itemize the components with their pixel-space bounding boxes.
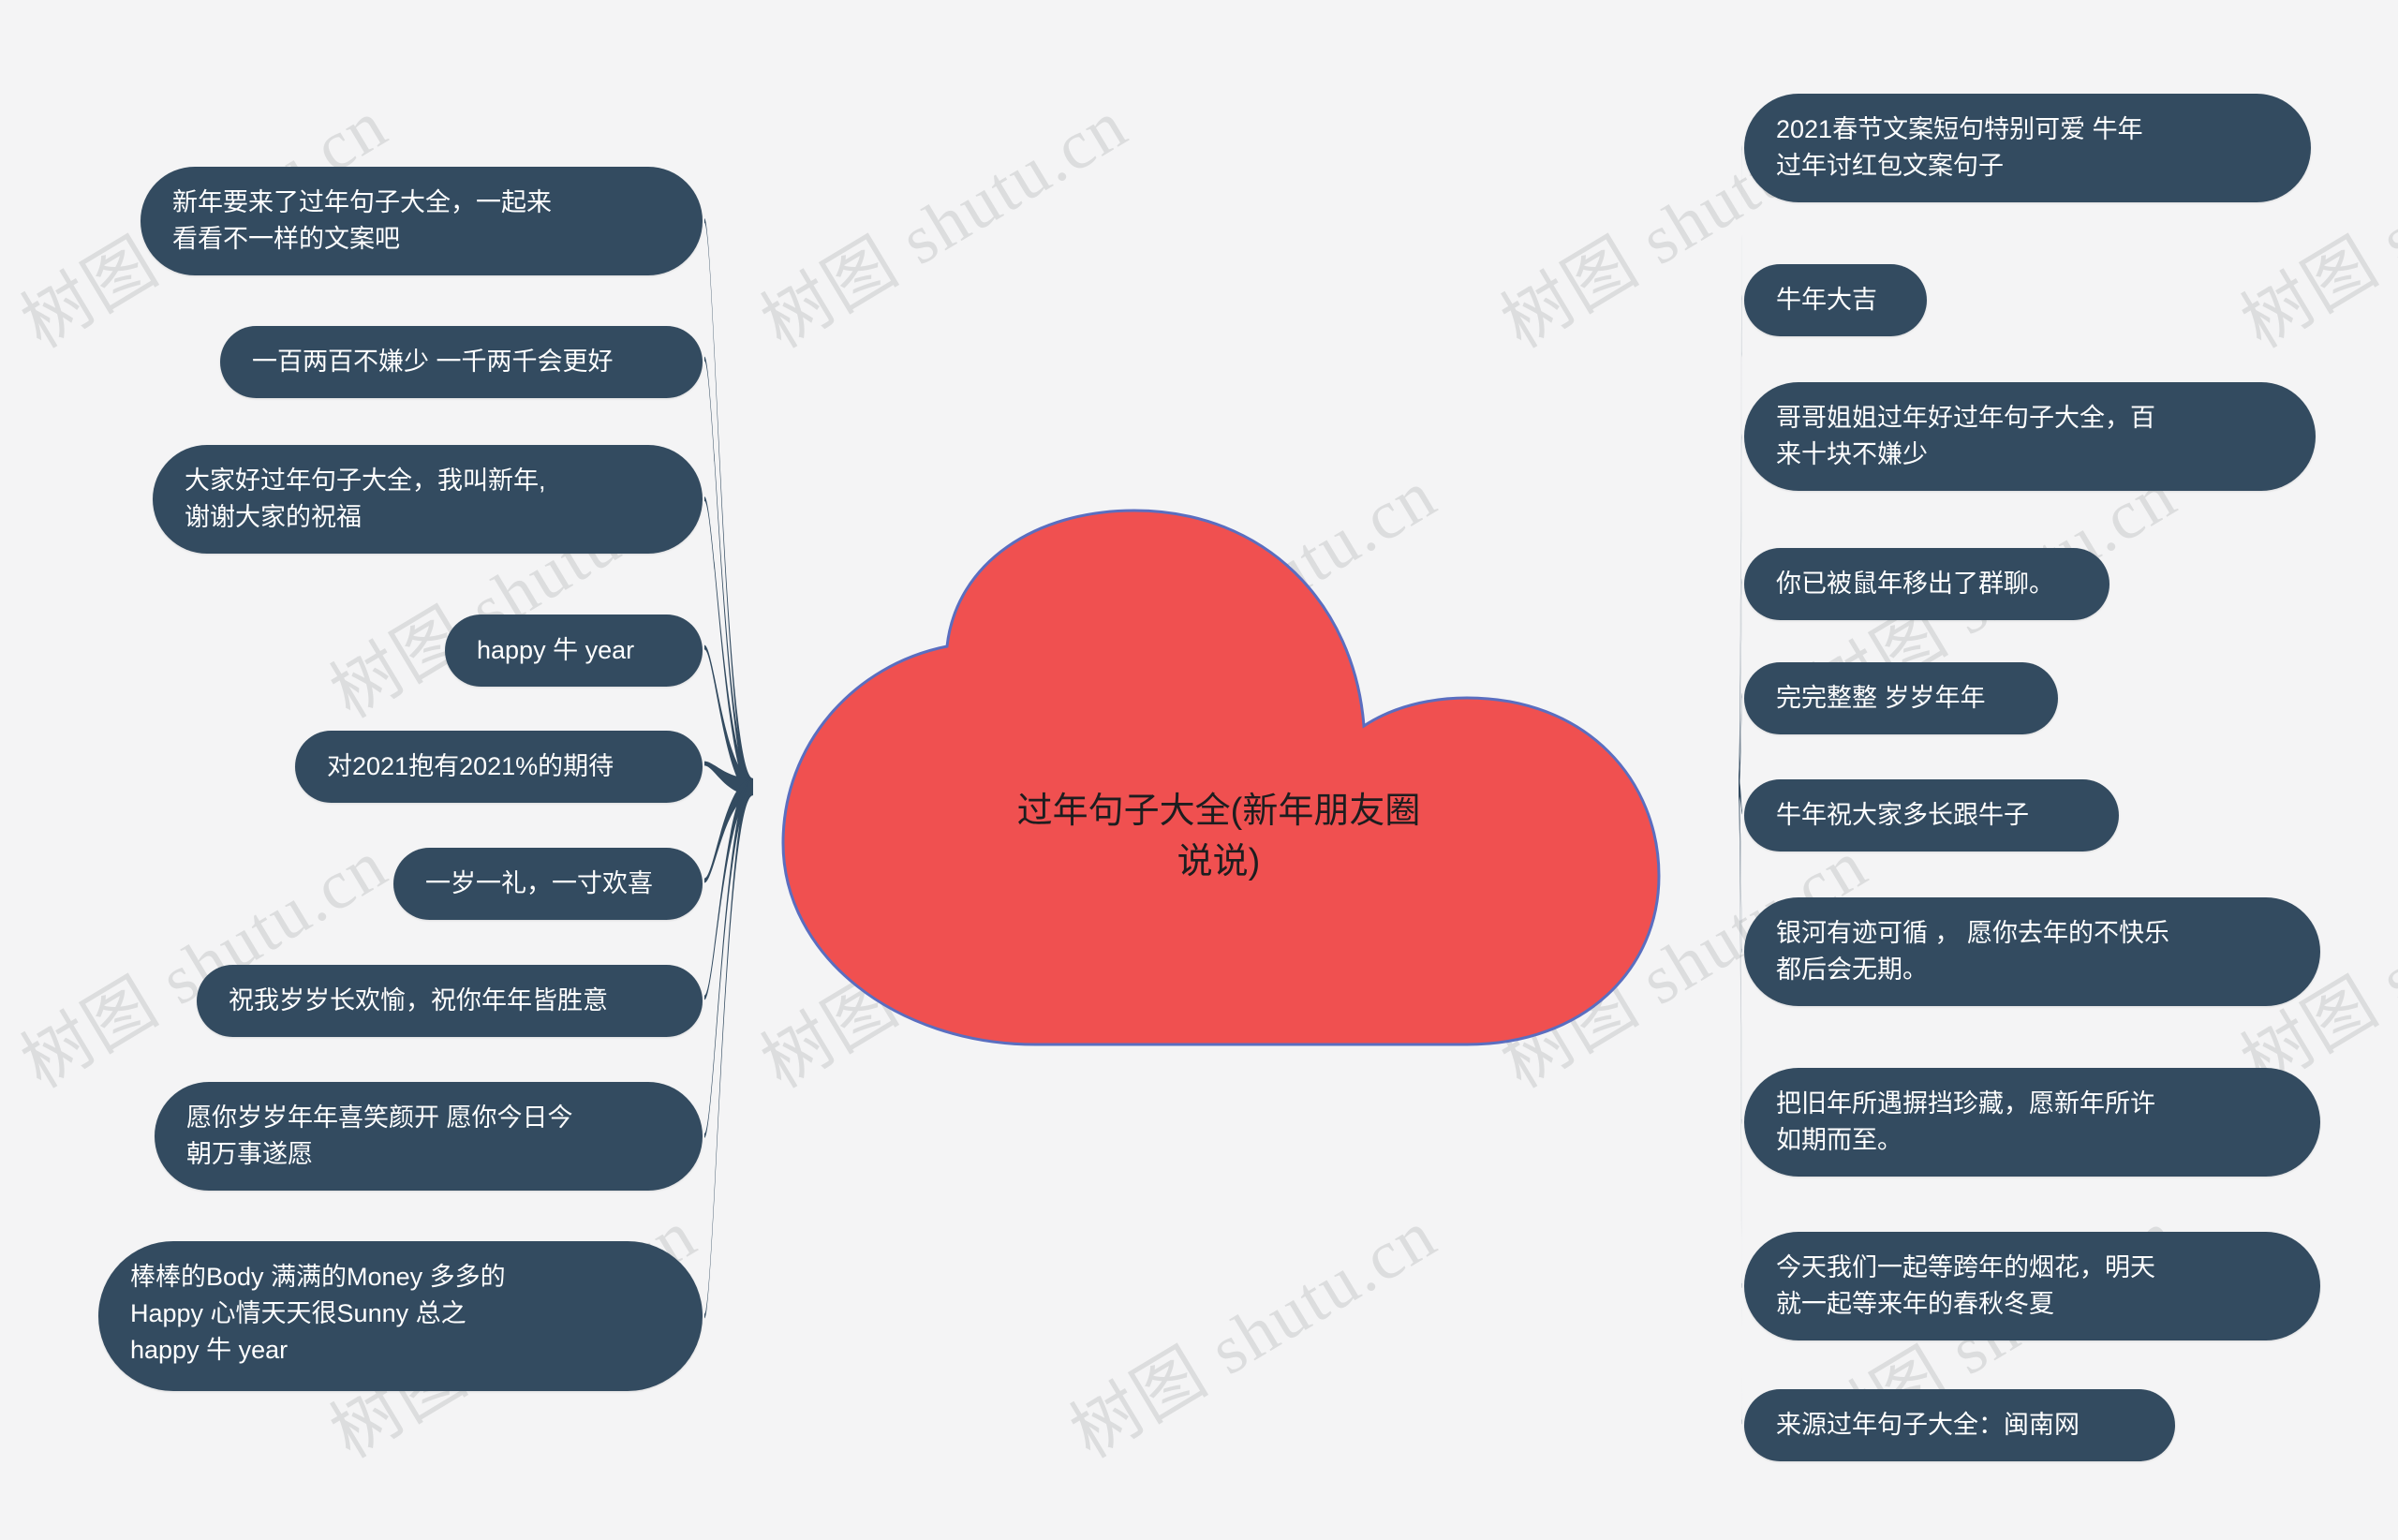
branch-node-left-1[interactable]: 新年要来了过年句子大全，一起来 看看不一样的文案吧 — [141, 167, 703, 276]
connector-line — [1739, 778, 1742, 1288]
connector-line — [1739, 778, 1742, 1425]
connector-line — [704, 778, 753, 1319]
connector-line — [1739, 692, 1742, 795]
branch-node-right-1[interactable]: 2021春节文案短句特别可爱 牛年 过年讨红包文案句子 — [1744, 94, 2311, 203]
branch-node-right-3[interactable]: 哥哥姐姐过年好过年句子大全，百 来十块不嫌少 — [1744, 382, 2316, 492]
branch-node-left-2[interactable]: 一百两百不嫌少 一千两千会更好 — [220, 326, 703, 399]
branch-node-right-6[interactable]: 牛年祝大家多长跟牛子 — [1744, 779, 2119, 852]
branch-node-left-8[interactable]: 愿你岁岁年年喜笑颜开 愿你今日今 朝万事遂愿 — [155, 1082, 703, 1192]
connector-line — [704, 218, 753, 796]
branch-node-right-2[interactable]: 牛年大吉 — [1744, 264, 1927, 337]
branch-node-left-4[interactable]: happy 牛 year — [445, 615, 703, 688]
connector-line — [1739, 145, 1742, 796]
watermark-text: 树图 shutu.cn — [749, 85, 1141, 363]
watermark-text: 树图 shutu.cn — [1058, 1195, 1450, 1473]
branch-node-right-10[interactable]: 来源过年句子大全：闽南网 — [1744, 1389, 2175, 1462]
central-topic-label: 过年句子大全(新年朋友圈 说说) — [1016, 792, 1421, 881]
watermark-text: 树图 shutu.cn — [9, 825, 401, 1103]
branch-node-right-9[interactable]: 今天我们一起等跨年的烟花，明天 就一起等来年的春秋冬夏 — [1744, 1232, 2320, 1341]
connector-line — [704, 644, 753, 795]
connector-line — [1739, 578, 1742, 795]
connector-line — [1739, 778, 1742, 1124]
connector-line — [704, 356, 753, 795]
connector-line — [704, 761, 753, 795]
branch-node-left-6[interactable]: 一岁一礼，一寸欢喜 — [393, 848, 703, 921]
branch-node-right-5[interactable]: 完完整整 岁岁年年 — [1744, 662, 2058, 735]
branch-node-right-7[interactable]: 银河有迹可循 ， 愿你去年的不快乐 都后会无期。 — [1744, 897, 2320, 1007]
connector-line — [704, 778, 753, 1138]
connector-line — [1739, 294, 1742, 796]
connector-line — [704, 778, 753, 883]
branch-node-right-4[interactable]: 你已被鼠年移出了群聊。 — [1744, 548, 2109, 621]
mindmap-canvas: 树图 shutu.cn树图 shutu.cn树图 shutu.cn树图 shut… — [0, 0, 2398, 1540]
connector-line — [1739, 434, 1742, 795]
connector-line — [704, 778, 753, 1000]
connector-line — [1739, 778, 1742, 954]
branch-node-left-9[interactable]: 棒棒的Body 满满的Money 多多的 Happy 心情天天很Sunny 总之… — [98, 1241, 703, 1391]
branch-node-left-3[interactable]: 大家好过年句子大全，我叫新年, 谢谢大家的祝福 — [153, 445, 703, 555]
branch-node-left-5[interactable]: 对2021抱有2021%的期待 — [295, 731, 703, 804]
connector-line — [704, 496, 753, 795]
connector-line — [1739, 778, 1742, 815]
cloud-shape — [781, 509, 1661, 1046]
branch-node-right-8[interactable]: 把旧年所遇摒挡珍藏，愿新年所许 如期而至。 — [1744, 1068, 2320, 1177]
branch-node-left-7[interactable]: 祝我岁岁长欢愉，祝你年年皆胜意 — [197, 965, 703, 1038]
central-topic[interactable]: 过年句子大全(新年朋友圈 说说) — [755, 506, 1682, 1049]
